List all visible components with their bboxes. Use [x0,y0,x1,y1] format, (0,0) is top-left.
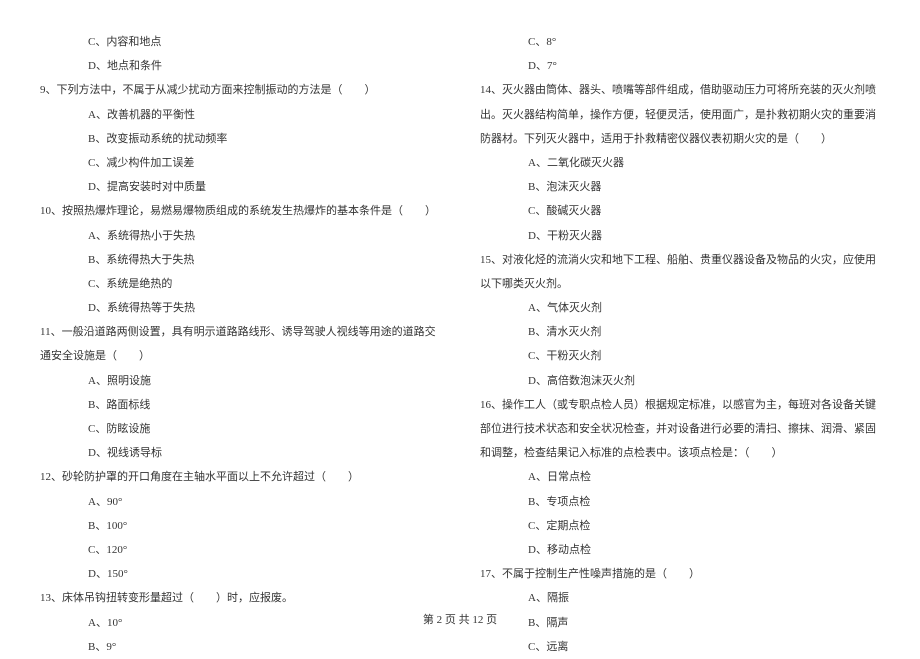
q15-option-b: B、清水灭火剂 [480,320,880,344]
q13-option-c: C、8° [480,30,880,54]
q9-option-d: D、提高安装时对中质量 [40,175,440,199]
q14-option-a: A、二氧化碳灭火器 [480,151,880,175]
q12-option-d: D、150° [40,562,440,586]
q14-option-d: D、干粉灭火器 [480,224,880,248]
question-11: 11、一般沿道路两侧设置，具有明示道路路线形、诱导驾驶人视线等用途的道路交通安全… [40,320,440,368]
q8-option-d: D、地点和条件 [40,54,440,78]
q10-option-b: B、系统得热大于失热 [40,248,440,272]
q10-option-a: A、系统得热小于失热 [40,224,440,248]
q10-option-c: C、系统是绝热的 [40,272,440,296]
q17-option-c: C、远离 [480,635,880,659]
q16-option-a: A、日常点检 [480,465,880,489]
q15-option-d: D、高倍数泡沫灭火剂 [480,369,880,393]
content-columns: C、内容和地点 D、地点和条件 9、下列方法中，不属于从减少扰动方面来控制振动的… [40,30,880,590]
q14-option-c: C、酸碱灭火器 [480,199,880,223]
q16-option-d: D、移动点检 [480,538,880,562]
q9-option-c: C、减少构件加工误差 [40,151,440,175]
q12-option-c: C、120° [40,538,440,562]
q11-option-d: D、视线诱导标 [40,441,440,465]
q12-option-a: A、90° [40,490,440,514]
question-12: 12、砂轮防护罩的开口角度在主轴水平面以上不允许超过（ ） [40,465,440,489]
q11-option-c: C、防眩设施 [40,417,440,441]
right-column: C、8° D、7° 14、灭火器由筒体、器头、喷嘴等部件组成，借助驱动压力可将所… [480,30,880,590]
question-9: 9、下列方法中，不属于从减少扰动方面来控制振动的方法是（ ） [40,78,440,102]
question-17: 17、不属于控制生产性噪声措施的是（ ） [480,562,880,586]
q16-option-b: B、专项点检 [480,490,880,514]
q13-option-d: D、7° [480,54,880,78]
q10-option-d: D、系统得热等于失热 [40,296,440,320]
q11-option-b: B、路面标线 [40,393,440,417]
page-footer: 第 2 页 共 12 页 [0,608,920,632]
question-10: 10、按照热爆炸理论，易燃易爆物质组成的系统发生热爆炸的基本条件是（ ） [40,199,440,223]
q12-option-b: B、100° [40,514,440,538]
q9-option-a: A、改善机器的平衡性 [40,103,440,127]
question-16: 16、操作工人（或专职点检人员）根据规定标准，以感官为主，每班对各设备关键部位进… [480,393,880,466]
q9-option-b: B、改变振动系统的扰动频率 [40,127,440,151]
q15-option-c: C、干粉灭火剂 [480,344,880,368]
q11-option-a: A、照明设施 [40,369,440,393]
q16-option-c: C、定期点检 [480,514,880,538]
question-15: 15、对液化烃的流淌火灾和地下工程、船舶、贵重仪器设备及物品的火灾，应使用以下哪… [480,248,880,296]
q13-option-b: B、9° [40,635,440,659]
left-column: C、内容和地点 D、地点和条件 9、下列方法中，不属于从减少扰动方面来控制振动的… [40,30,440,590]
q14-option-b: B、泡沫灭火器 [480,175,880,199]
q8-option-c: C、内容和地点 [40,30,440,54]
question-14: 14、灭火器由筒体、器头、喷嘴等部件组成，借助驱动压力可将所充装的灭火剂喷出。灭… [480,78,880,151]
q15-option-a: A、气体灭火剂 [480,296,880,320]
